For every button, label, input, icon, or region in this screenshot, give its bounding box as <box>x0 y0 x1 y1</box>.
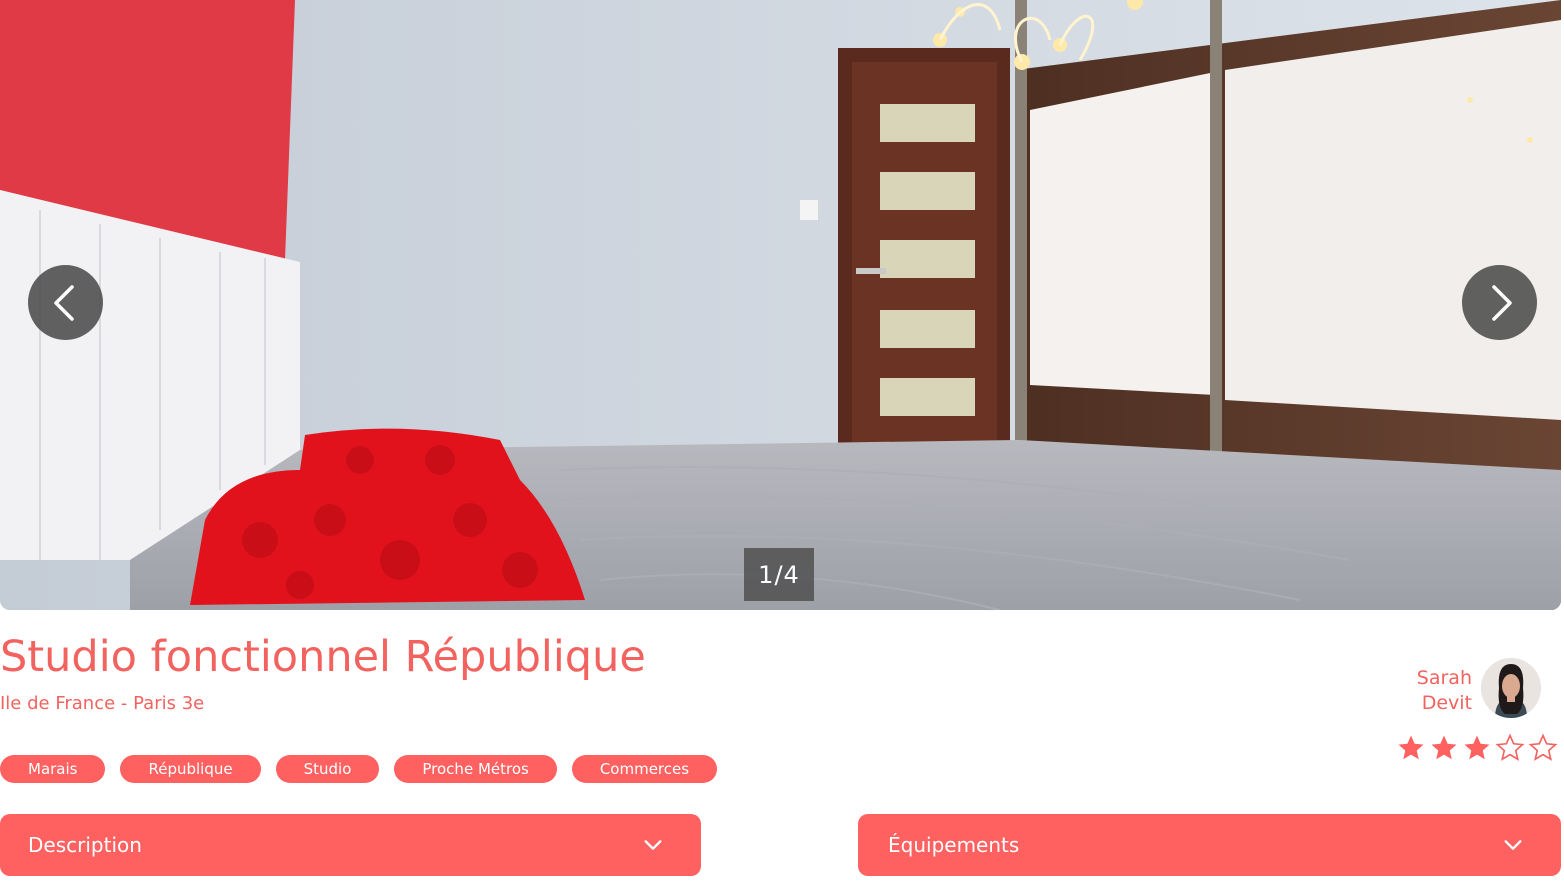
tag: Studio <box>275 755 380 783</box>
carousel-counter: 1 / 4 <box>744 548 814 601</box>
tag: Commerces <box>571 755 718 783</box>
carousel-prev-button[interactable] <box>28 265 103 340</box>
chevron-down-icon <box>644 840 662 850</box>
description-collapse-button[interactable]: Description <box>0 814 701 876</box>
listing-photo <box>0 0 1561 610</box>
star-empty-icon <box>1495 733 1525 761</box>
equipments-collapse-button[interactable]: Équipements <box>858 814 1561 876</box>
host-rating <box>1396 733 1558 763</box>
carousel-next-button[interactable] <box>1462 265 1537 340</box>
equipments-label: Équipements <box>888 833 1020 857</box>
description-label: Description <box>28 833 142 857</box>
star-filled-icon <box>1464 735 1490 760</box>
counter-current: 1 <box>758 560 775 589</box>
star-filled-icon <box>1431 735 1457 760</box>
avatar-portrait <box>1481 658 1541 718</box>
tag: Proche Métros <box>394 755 557 783</box>
chevron-down-icon <box>1504 840 1522 850</box>
host-avatar <box>1481 658 1541 718</box>
chevron-left-icon <box>53 284 74 321</box>
star-empty-icon <box>1528 733 1558 761</box>
chevron-right-icon <box>1491 284 1512 321</box>
listing-title: Studio fonctionnel République <box>0 632 646 682</box>
image-carousel: 1 / 4 <box>0 0 1561 610</box>
tag-list: Marais République Studio Proche Métros C… <box>0 755 718 783</box>
host-last-name: Devit <box>1421 692 1472 714</box>
counter-separator: / <box>774 560 784 589</box>
tag: République <box>120 755 261 783</box>
star-filled-icon <box>1398 735 1424 760</box>
host-name: Sarah Devit <box>1417 666 1472 716</box>
listing-location: Ile de France - Paris 3e <box>0 693 205 714</box>
counter-total: 4 <box>783 560 800 589</box>
tag: Marais <box>0 755 106 783</box>
host-first-name: Sarah <box>1416 667 1472 689</box>
